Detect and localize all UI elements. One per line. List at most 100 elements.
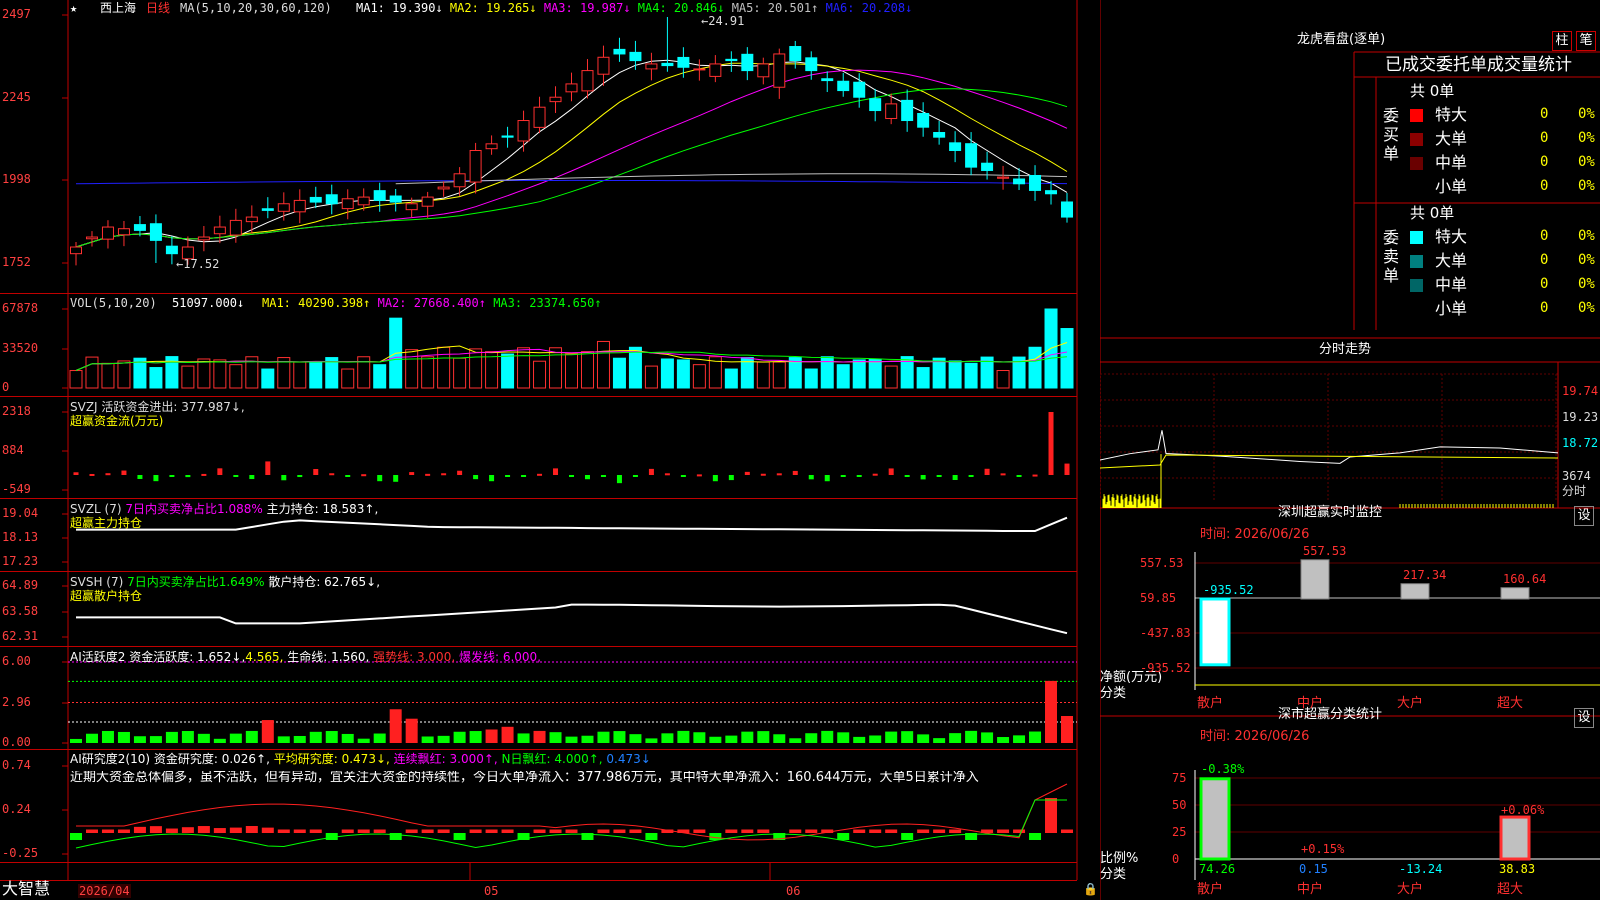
candle-body <box>837 80 850 92</box>
ai-bar <box>405 718 418 743</box>
yj-bar <box>805 829 818 833</box>
ai-bar <box>773 734 786 743</box>
period-label[interactable]: 日线 <box>146 1 170 15</box>
yj-bar <box>197 826 210 833</box>
svzj-bar <box>872 473 878 476</box>
ai-bar <box>213 738 226 743</box>
y-tick-svsh-2: 62.31 <box>2 629 39 643</box>
y-tick-svzj-1: 884 <box>2 443 24 457</box>
ai-bar <box>581 735 594 743</box>
dragon-row-count: 0 <box>1540 178 1549 194</box>
yj-bar <box>309 829 322 833</box>
volume-bar <box>453 357 467 389</box>
vol-params: VOL(5,10,20) <box>70 296 157 310</box>
candle-body <box>437 186 450 190</box>
volume-bar <box>501 353 515 389</box>
classify-category: 中户 <box>1297 882 1324 897</box>
candle-body <box>357 196 370 206</box>
svzj-bar <box>121 470 127 475</box>
dragon-total: 共 0单 <box>1410 204 1455 222</box>
dragon-swatch-1 <box>1410 255 1423 268</box>
svzj-bar <box>792 470 798 475</box>
y-tick-svzl-0: 19.04 <box>2 506 39 520</box>
ma-value-4: MA4: 20.846↓ <box>637 1 732 15</box>
classify-bar <box>1199 777 1231 861</box>
candle-body <box>901 99 914 122</box>
volume-bar <box>692 364 706 389</box>
lock-icon[interactable]: 🔒 <box>1083 882 1098 896</box>
yj-bar <box>885 829 898 833</box>
ai-bar <box>357 738 370 743</box>
volume-bar <box>405 349 419 389</box>
y-tick-price-3: 1752 <box>2 255 31 269</box>
intraday-vol-label: 分时 <box>1562 484 1587 498</box>
yj-bar <box>757 829 770 833</box>
ai-bar <box>757 731 770 743</box>
ma-line-4 <box>75 88 1068 248</box>
yj-bar <box>165 828 178 833</box>
candle-body <box>981 162 994 171</box>
candle-body <box>70 246 82 255</box>
y-tick-vol-0: 67878 <box>2 301 39 315</box>
ai-bar <box>997 737 1010 743</box>
svzj-bar <box>89 473 95 476</box>
classify-y-label: 比例% <box>1100 851 1139 866</box>
monitor-y-tick-2: -437.83 <box>1140 626 1191 640</box>
yj-bar <box>357 829 370 833</box>
yj-bar <box>1045 798 1058 833</box>
side-panel: 龙虎看盘(逐单) 柱 笔 已成交委托单成交量统计 委买单共 0单 特大 0 0% 大单 0… <box>1100 0 1600 900</box>
yj-bar <box>853 829 866 833</box>
volume-bar <box>261 368 275 389</box>
bar-view-button[interactable]: 柱 <box>1552 31 1572 51</box>
yj-bar <box>997 829 1010 833</box>
monitor-settings-button[interactable]: 设 <box>1574 506 1594 526</box>
candle-body <box>661 62 674 67</box>
monitor-bar-label: 217.34 <box>1403 567 1447 582</box>
svzj-bar <box>776 473 782 476</box>
vol-ma-value-3: MA3: 23374.650↑ <box>493 296 602 310</box>
yj-bar <box>229 827 242 833</box>
volume-bar <box>580 351 594 389</box>
candle-body <box>597 56 610 75</box>
yj-bar <box>181 827 194 833</box>
tick-view-button[interactable]: 笔 <box>1576 31 1596 51</box>
classify-settings-button[interactable]: 设 <box>1574 708 1594 728</box>
yj-bar <box>933 829 946 833</box>
volume-bar <box>1028 346 1042 389</box>
ai-bar <box>277 736 290 743</box>
ai-bar <box>181 730 194 743</box>
candle-body <box>757 63 770 78</box>
intraday-price-low: 18.72 <box>1562 436 1599 450</box>
ai-bar <box>981 732 994 743</box>
monitor-category: 散户 <box>1197 696 1224 711</box>
volume-bar <box>836 364 850 389</box>
svzj-bar <box>984 468 990 475</box>
svzj-bar <box>1000 473 1006 476</box>
svzl-subtitle: 超赢主力持仓 <box>70 516 143 530</box>
svzj-bar <box>569 475 574 477</box>
svzj-bar <box>201 473 207 476</box>
y-tick-vol-2: 0 <box>2 380 10 394</box>
candle-body <box>965 143 978 168</box>
yj-bar <box>213 828 226 833</box>
candle-body <box>725 58 738 62</box>
volume-bar <box>1060 328 1074 389</box>
candle-body <box>341 198 354 210</box>
svzj-bar <box>409 472 415 475</box>
y-tick-svzj-2: -549 <box>2 482 31 496</box>
yj-bar <box>85 829 98 833</box>
kline-chart-area[interactable]: ★ 西上海 日线 MA(5,10,20,30,60,120) MA1: 19.3… <box>0 0 1100 900</box>
x-label-jun: 06 <box>786 884 801 898</box>
y-tick-svzj-0: 2318 <box>2 404 31 418</box>
svzj-bar <box>648 468 654 475</box>
monitor-bar-label: 557.53 <box>1303 543 1347 558</box>
volume-bar <box>612 357 626 389</box>
ai-bar <box>229 733 242 743</box>
candle-body <box>773 53 786 88</box>
yj-bar <box>485 829 498 833</box>
monitor-category: 中户 <box>1297 696 1324 711</box>
ma-values: MA1: 19.390↓ MA2: 19.265↓ MA3: 19.987↓ M… <box>356 1 912 15</box>
svzj-bar <box>153 475 159 482</box>
svzj-bar <box>760 473 766 476</box>
svzj-bar <box>185 475 191 478</box>
